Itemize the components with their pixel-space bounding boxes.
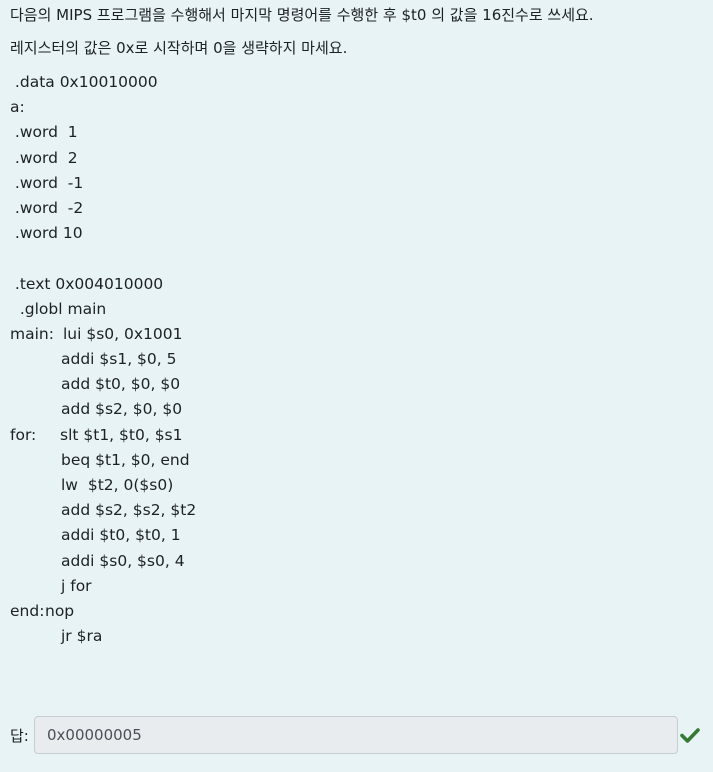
code-instruction: beq $t1, $0, end — [61, 450, 190, 469]
code-label: for: — [10, 425, 37, 444]
check-icon — [680, 728, 700, 743]
answer-label: 답: — [10, 727, 29, 745]
code-instruction: .text 0x004010000 — [10, 274, 164, 293]
code-instruction: .globl main — [10, 299, 107, 318]
code-instruction: .word 2 — [10, 148, 78, 167]
code-instruction: add $s2, $0, $0 — [61, 400, 183, 419]
code-instruction: add $s2, $s2, $t2 — [61, 501, 197, 520]
code-instruction: .word -1 — [10, 173, 84, 192]
code-instruction: lui $s0, 0x1001 — [63, 324, 183, 343]
question-line-1: 다음의 MIPS 프로그램을 수행해서 마지막 명령어를 수행한 후 $t0 의… — [10, 6, 594, 24]
code-instruction: slt $t1, $t0, $s1 — [60, 425, 183, 444]
code-instruction: addi $s1, $0, 5 — [61, 350, 177, 369]
code-instruction: .word -2 — [10, 198, 84, 217]
code-instruction: .word 10 — [10, 224, 83, 243]
code-label: end: — [10, 601, 45, 620]
code-instruction: addi $s0, $s0, 4 — [61, 551, 185, 570]
code-instruction: addi $t0, $t0, 1 — [61, 526, 181, 545]
answer-input[interactable] — [34, 716, 678, 754]
answer-row: 답: — [10, 716, 705, 756]
code-label: a: — [10, 98, 25, 117]
code-instruction: j for — [61, 576, 92, 595]
code-instruction: jr $ra — [61, 627, 103, 646]
code-instruction: .data 0x10010000 — [10, 73, 158, 91]
code-instruction: add $t0, $0, $0 — [61, 375, 181, 394]
code-instruction: lw $t2, 0($s0) — [61, 476, 174, 494]
question-line-2: 레지스터의 값은 0x로 시작하며 0을 생략하지 마세요. — [10, 39, 348, 57]
code-label: main: — [10, 324, 54, 343]
code-instruction: .word 1 — [10, 123, 78, 142]
code-instruction: nop — [45, 601, 75, 620]
